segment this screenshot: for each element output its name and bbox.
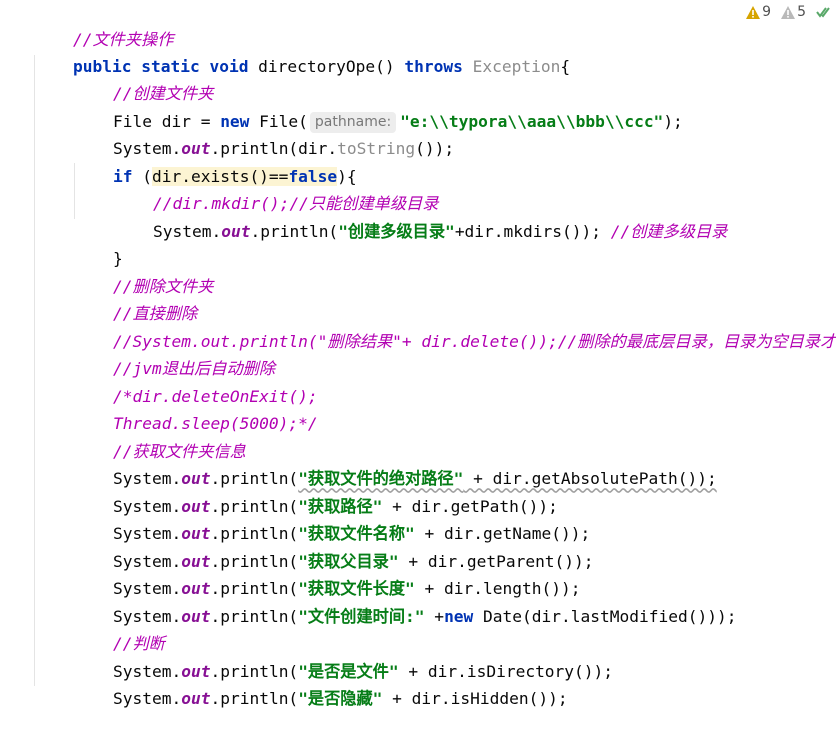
string-literal: "是否隐藏"	[298, 689, 383, 709]
indent-guide	[34, 55, 35, 686]
code-line[interactable]: System.out.println("获取文件的绝对路径" + dir.get…	[74, 438, 717, 488]
warning-icon	[746, 5, 761, 19]
code-line[interactable]: //删除文件夹	[74, 246, 213, 296]
code-line[interactable]: //dir.mkdir();//只能创建单级目录	[114, 163, 438, 213]
code-text: System.	[112, 689, 182, 709]
static-field: out	[221, 221, 251, 241]
code-line[interactable]: System.out.println("获取路径" + dir.getPath(…	[74, 466, 558, 516]
code-line[interactable]: //直接删除	[74, 273, 197, 323]
code-line[interactable]: System.out.println("是否是文件" + dir.isDirec…	[74, 631, 613, 681]
code-line[interactable]: File dir = new File(pathname: "e:\\typora…	[74, 81, 683, 133]
code-line[interactable]: System.out.println("创建多级目录"+dir.mkdirs()…	[114, 191, 727, 241]
code-text: .println(	[250, 221, 339, 241]
code-text: +	[424, 606, 445, 626]
keyword: void	[209, 57, 249, 77]
code-line[interactable]: public static void directoryOpe() throws…	[34, 26, 570, 76]
code-editor[interactable]: 9 5 //文件夹操作 public static void directory…	[0, 0, 836, 708]
code-line[interactable]: System.out.println("获取文件名称" + dir.getNam…	[74, 493, 590, 543]
weak-warnings-indicator[interactable]: 5	[781, 4, 806, 20]
code-line[interactable]: Thread.sleep(5000);*/	[74, 383, 318, 433]
code-line[interactable]: //文件夹操作	[34, 0, 173, 49]
code-line[interactable]: //jvm退出后自动删除	[74, 328, 275, 378]
code-line[interactable]: //System.out.println("删除结果"+ dir.delete(…	[74, 301, 836, 351]
comment: //创建多级目录	[610, 221, 728, 241]
keyword: throws	[404, 57, 463, 77]
code-line[interactable]: System.out.println(dir.toString());	[74, 108, 454, 158]
code-text: Date(dir.lastModified()));	[473, 606, 737, 626]
code-text: + dir.isHidden());	[382, 689, 568, 709]
code-text: +dir.mkdirs());	[454, 221, 611, 241]
keyword: new	[444, 606, 474, 626]
code-line[interactable]: //创建文件夹	[74, 53, 213, 103]
code-line[interactable]: System.out.println("是否隐藏" + dir.isHidden…	[74, 658, 568, 708]
code-line[interactable]: }	[74, 218, 123, 268]
warnings-indicator[interactable]: 9	[746, 4, 771, 20]
inspection-status[interactable]: 9 5	[746, 0, 836, 24]
code-line[interactable]: System.out.println("获取文件长度" + dir.length…	[74, 548, 581, 598]
code-line[interactable]: if (dir.exists()==false){	[74, 136, 357, 186]
string-literal: "文件创建时间:"	[298, 606, 425, 626]
code-line[interactable]: /*dir.deleteOnExit();	[74, 356, 318, 406]
code-line[interactable]: System.out.println("获取父目录" + dir.getPare…	[74, 521, 594, 571]
weak-warnings-count: 5	[797, 4, 806, 20]
code-text: );	[663, 111, 683, 131]
code-text: .println(	[210, 689, 299, 709]
exception-type: Exception	[472, 57, 561, 77]
method-name: directoryOpe()	[248, 57, 405, 77]
code-text: System.	[152, 221, 222, 241]
double-check-icon[interactable]	[816, 4, 832, 20]
brace: {	[560, 57, 571, 77]
static-field: out	[181, 689, 211, 709]
static-field: out	[181, 606, 211, 626]
code-text: .println(	[210, 606, 299, 626]
warnings-count: 9	[762, 4, 772, 20]
code-text: ());	[415, 139, 455, 159]
code-line[interactable]: System.out.println("文件创建时间:" +new Date(d…	[74, 576, 736, 626]
string-literal: "创建多级目录"	[338, 221, 455, 241]
code-line[interactable]: //获取文件夹信息	[74, 411, 246, 461]
weak-warning-icon	[781, 5, 796, 19]
code-line[interactable]: //判断	[74, 603, 165, 653]
